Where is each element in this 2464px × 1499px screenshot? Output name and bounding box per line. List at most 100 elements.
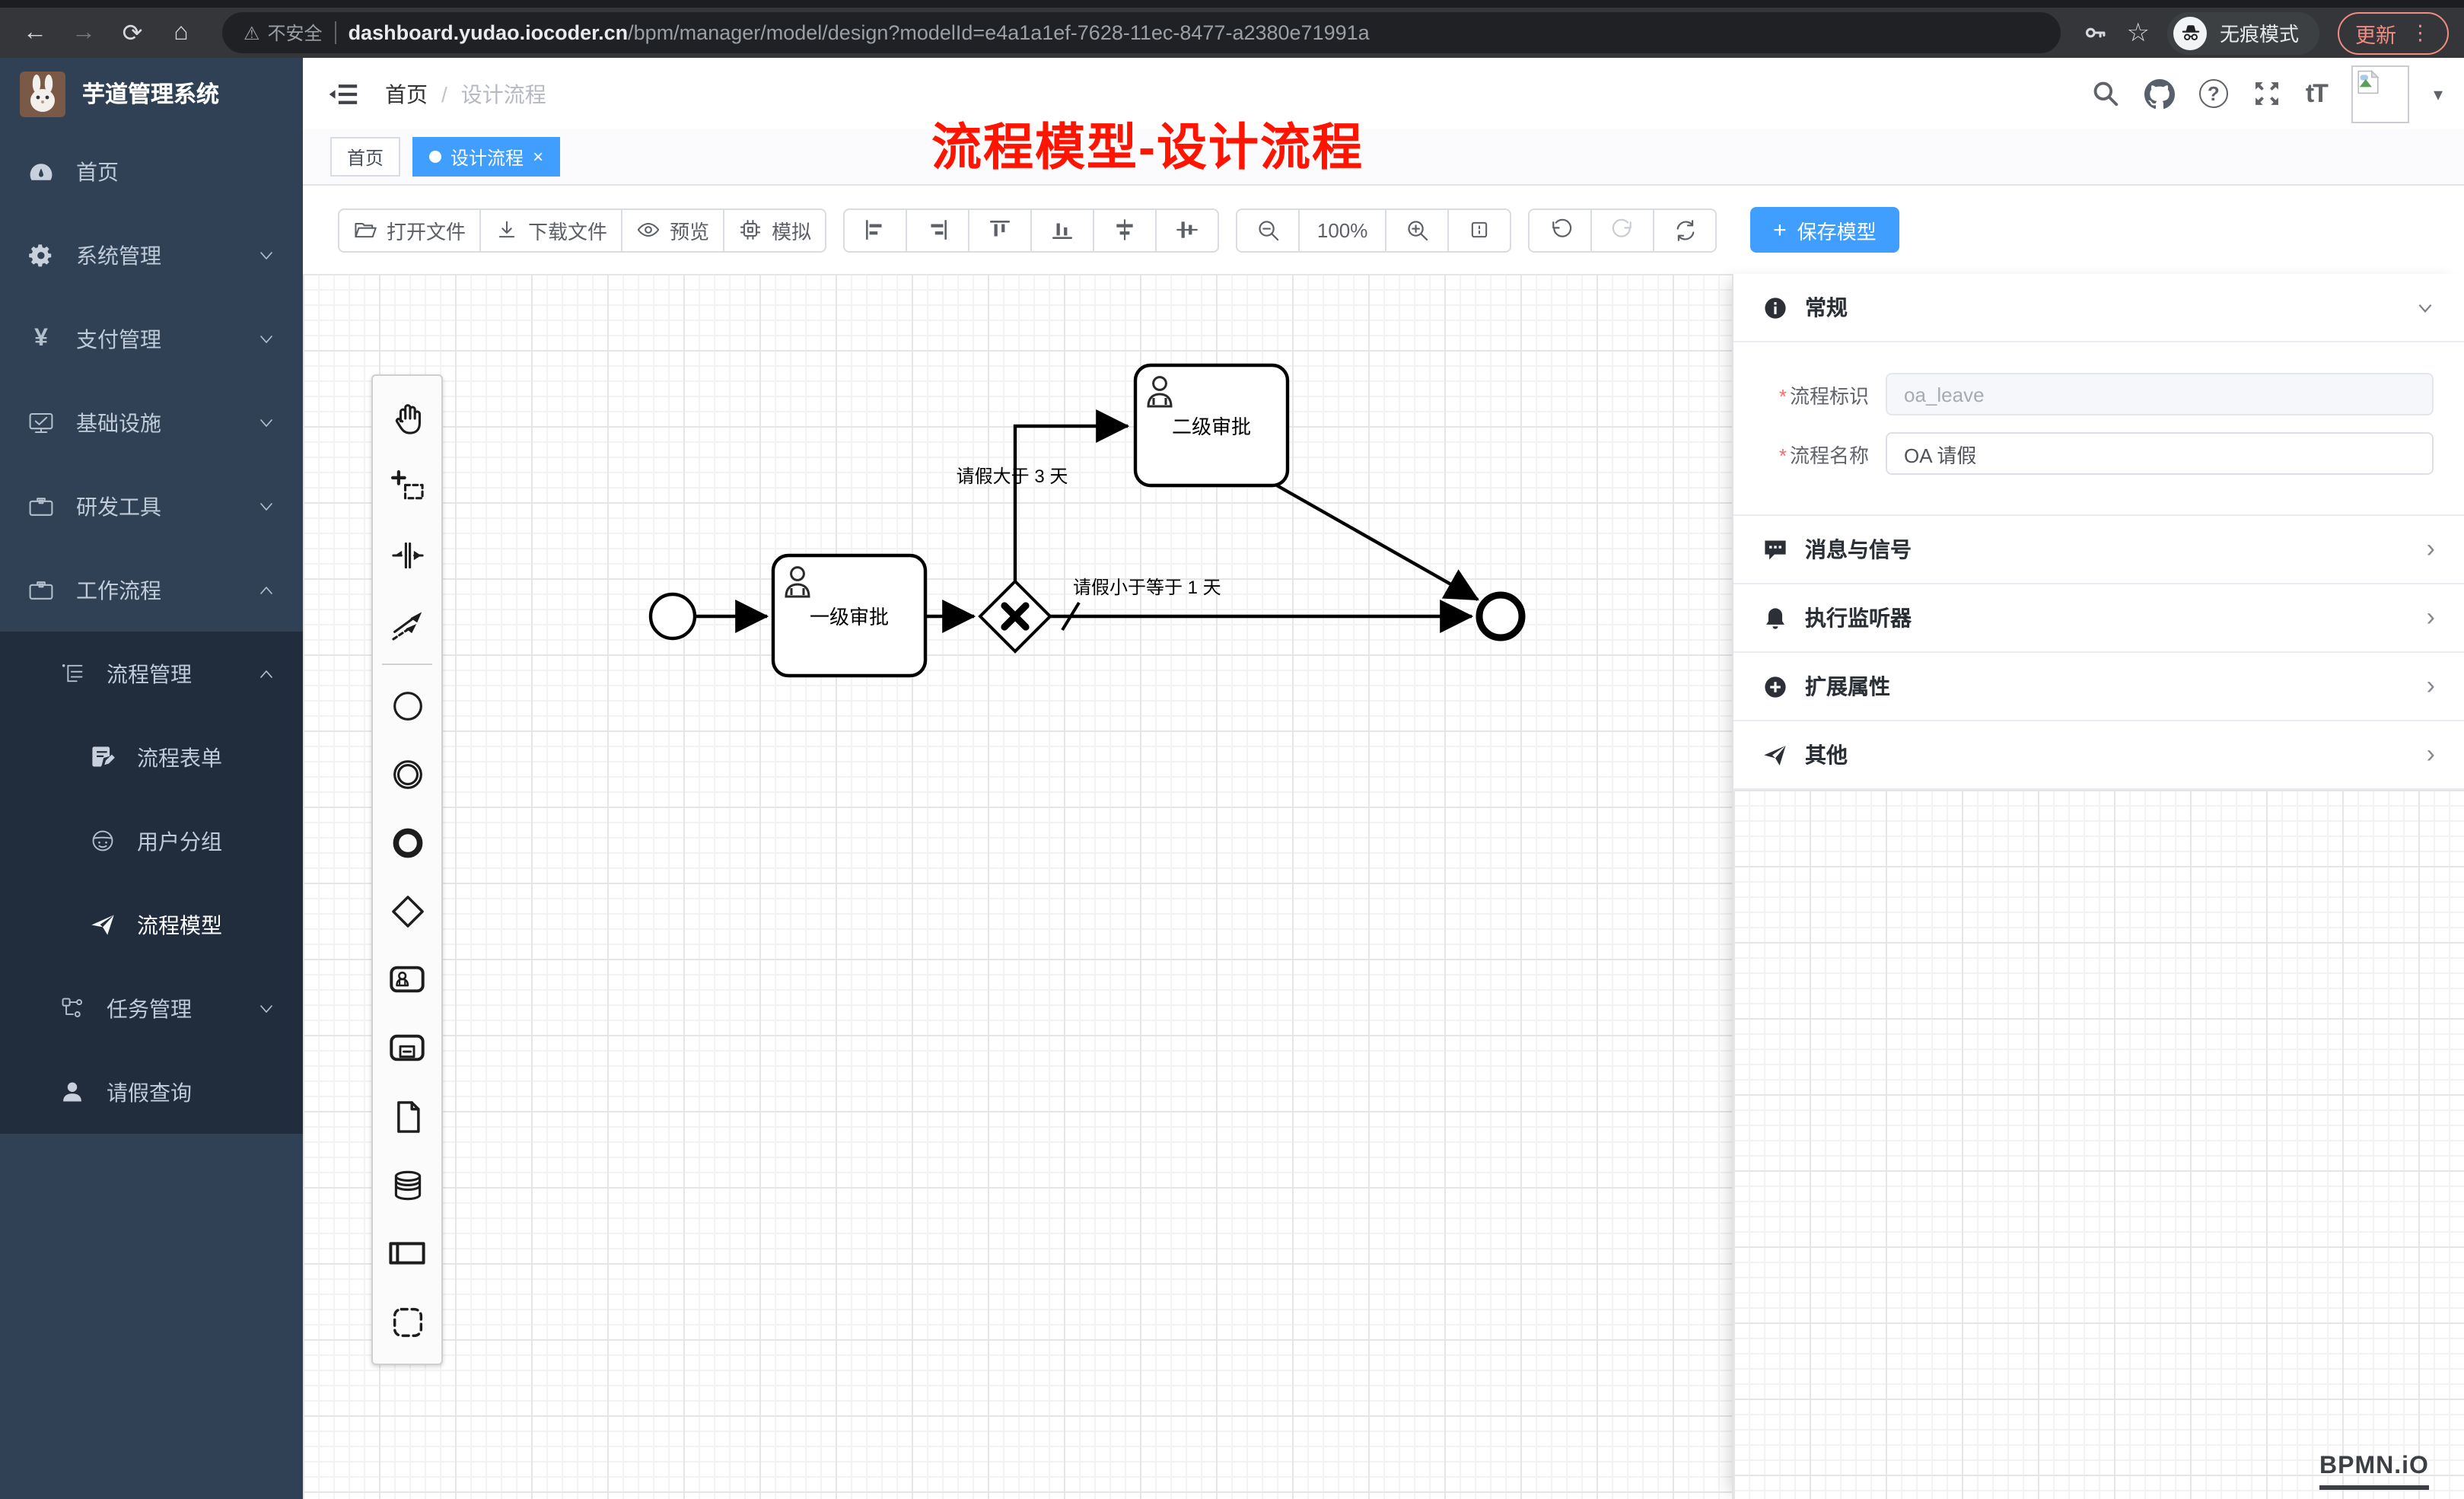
flow-task2-to-end[interactable] bbox=[1277, 485, 1478, 600]
sidebar-item-task-mgmt[interactable]: 任务管理 bbox=[0, 966, 303, 1050]
flow-gateway-to-task2[interactable] bbox=[1015, 426, 1128, 581]
bpmn-exclusive-gateway[interactable] bbox=[980, 581, 1050, 651]
github-icon[interactable] bbox=[2144, 78, 2175, 109]
sidebar: 芋道管理系统 首页 系统管理 ¥ 支付管理 基础设施 bbox=[0, 58, 303, 1499]
avatar-caret-icon[interactable]: ▾ bbox=[2434, 83, 2443, 104]
open-file-button[interactable]: 打开文件 bbox=[338, 208, 481, 252]
redo-button[interactable] bbox=[1590, 208, 1654, 252]
create-data-object[interactable] bbox=[373, 1082, 441, 1151]
bpmn-user-task-level1[interactable]: 一级审批 bbox=[773, 555, 925, 676]
address-bar[interactable]: ⚠ 不安全 dashboard.yudao.iocoder.cn/bpm/man… bbox=[222, 12, 2061, 53]
align-center-vertical-button[interactable] bbox=[1155, 208, 1219, 252]
bookmark-star-icon[interactable]: ☆ bbox=[2126, 18, 2150, 48]
browser-forward-icon[interactable]: → bbox=[64, 14, 103, 51]
create-gateway[interactable] bbox=[373, 877, 441, 945]
sidebar-item-process-mgmt[interactable]: 流程管理 bbox=[0, 632, 303, 715]
designer-toolbar: 打开文件 下载文件 预览 模拟 bbox=[303, 186, 2464, 274]
avatar[interactable] bbox=[2351, 65, 2409, 123]
browser-back-icon[interactable]: ← bbox=[15, 14, 55, 51]
app-logo-row[interactable]: 芋道管理系统 bbox=[0, 58, 303, 129]
bpmn-end-event[interactable] bbox=[1479, 595, 1522, 638]
help-icon[interactable]: ? bbox=[2199, 79, 2228, 108]
bpmn-start-event[interactable] bbox=[651, 594, 695, 638]
flow-condition-label[interactable]: 请假大于 3 天 bbox=[957, 466, 1068, 487]
process-name-label: *流程名称 bbox=[1746, 439, 1886, 468]
section-extension-attrs[interactable]: 扩展属性 › bbox=[1733, 653, 2464, 721]
sidebar-item-user-group[interactable]: 用户分组 bbox=[0, 799, 303, 883]
download-file-button[interactable]: 下载文件 bbox=[479, 208, 622, 252]
zoom-in-button[interactable] bbox=[1385, 208, 1449, 252]
app-frame: 芋道管理系统 首页 系统管理 ¥ 支付管理 基础设施 bbox=[0, 58, 2464, 1499]
sidebar-item-leave-query[interactable]: 请假查询 bbox=[0, 1050, 303, 1134]
breadcrumb-home[interactable]: 首页 bbox=[385, 78, 428, 109]
tab-home[interactable]: 首页 bbox=[330, 137, 400, 177]
font-size-icon[interactable]: tT bbox=[2306, 78, 2327, 109]
create-end-event[interactable] bbox=[373, 808, 441, 877]
sidebar-item-infra[interactable]: 基础设施 bbox=[0, 380, 303, 464]
align-left-button[interactable] bbox=[843, 208, 907, 252]
create-start-event[interactable] bbox=[373, 671, 441, 740]
simulate-button[interactable]: 模拟 bbox=[723, 208, 826, 252]
sidebar-collapse-icon[interactable] bbox=[329, 78, 359, 109]
bpmn-io-watermark[interactable]: BPMN.iO bbox=[2319, 1453, 2429, 1490]
create-data-store[interactable] bbox=[373, 1151, 441, 1219]
browser-update-button[interactable]: 更新 ⋮ bbox=[2337, 11, 2449, 54]
sidebar-item-system[interactable]: 系统管理 bbox=[0, 213, 303, 297]
save-model-button[interactable]: + 保存模型 bbox=[1750, 207, 1899, 253]
browser-menu-icon[interactable]: ⋮ bbox=[2410, 21, 2431, 45]
sidebar-item-devtools[interactable]: 研发工具 bbox=[0, 464, 303, 548]
history-button-group bbox=[1528, 208, 1717, 252]
zoom-reset-button[interactable] bbox=[1447, 208, 1511, 252]
tab-design-process[interactable]: 设计流程 × bbox=[412, 137, 560, 177]
lasso-tool[interactable] bbox=[373, 452, 441, 520]
section-general[interactable]: 常规 bbox=[1733, 274, 2464, 342]
general-fields: *流程标识 *流程名称 bbox=[1733, 342, 2464, 516]
browser-home-icon[interactable]: ⌂ bbox=[161, 14, 201, 51]
flow-condition-label[interactable]: 请假小于等于 1 天 bbox=[1073, 578, 1221, 598]
space-tool[interactable] bbox=[373, 520, 441, 589]
sidebar-item-process-model[interactable]: 流程模型 bbox=[0, 883, 303, 966]
close-icon[interactable]: × bbox=[533, 148, 543, 166]
align-bottom-button[interactable] bbox=[1030, 208, 1094, 252]
url-path: /bpm/manager/model/design?modelId=e4a1a1… bbox=[628, 21, 1370, 44]
sidebar-item-payment[interactable]: ¥ 支付管理 bbox=[0, 297, 303, 380]
browser-reload-icon[interactable]: ⟳ bbox=[113, 14, 152, 51]
hand-tool[interactable] bbox=[373, 384, 441, 452]
create-intermediate-event[interactable] bbox=[373, 740, 441, 808]
section-execution-listener[interactable]: 执行监听器 › bbox=[1733, 584, 2464, 653]
process-key-input[interactable] bbox=[1886, 373, 2434, 415]
main-area: 首页 / 设计流程 ? tT ▾ 首页 bbox=[303, 58, 2464, 1499]
bpmn-user-task-level2[interactable]: 二级审批 bbox=[1135, 365, 1288, 485]
create-participant-pool[interactable] bbox=[373, 1219, 441, 1287]
sidebar-item-workflow[interactable]: 工作流程 bbox=[0, 548, 303, 632]
search-icon[interactable] bbox=[2091, 79, 2120, 108]
align-right-button[interactable] bbox=[906, 208, 969, 252]
fullscreen-icon[interactable] bbox=[2252, 79, 2281, 108]
align-bottom-icon bbox=[1050, 218, 1074, 242]
yen-icon: ¥ bbox=[27, 325, 55, 352]
create-subprocess[interactable] bbox=[373, 1014, 441, 1082]
process-name-input[interactable] bbox=[1886, 432, 2434, 475]
message-icon bbox=[1762, 536, 1788, 562]
align-top-button[interactable] bbox=[968, 208, 1032, 252]
password-key-icon[interactable] bbox=[2082, 20, 2108, 46]
section-other[interactable]: 其他 › bbox=[1733, 721, 2464, 790]
restart-button[interactable] bbox=[1653, 208, 1717, 252]
redo-icon bbox=[1609, 217, 1635, 243]
sidebar-item-home[interactable]: 首页 bbox=[0, 129, 303, 213]
required-mark: * bbox=[1779, 444, 1787, 466]
security-warning[interactable]: ⚠ 不安全 bbox=[244, 20, 323, 46]
paper-plane-icon bbox=[88, 911, 116, 938]
global-connect-tool[interactable] bbox=[373, 589, 441, 657]
sidebar-item-process-form[interactable]: 流程表单 bbox=[0, 715, 303, 799]
align-center-horizontal-button[interactable] bbox=[1093, 208, 1157, 252]
undo-button[interactable] bbox=[1528, 208, 1592, 252]
create-group[interactable] bbox=[373, 1287, 441, 1356]
breadcrumb-current: 设计流程 bbox=[461, 78, 546, 109]
create-user-task[interactable] bbox=[373, 945, 441, 1014]
warning-icon: ⚠ bbox=[244, 22, 260, 43]
bpmn-canvas[interactable]: 一级审批 bbox=[303, 274, 1732, 1499]
zoom-out-button[interactable] bbox=[1236, 208, 1300, 252]
section-message-signal[interactable]: 消息与信号 › bbox=[1733, 516, 2464, 584]
preview-button[interactable]: 预览 bbox=[621, 208, 724, 252]
